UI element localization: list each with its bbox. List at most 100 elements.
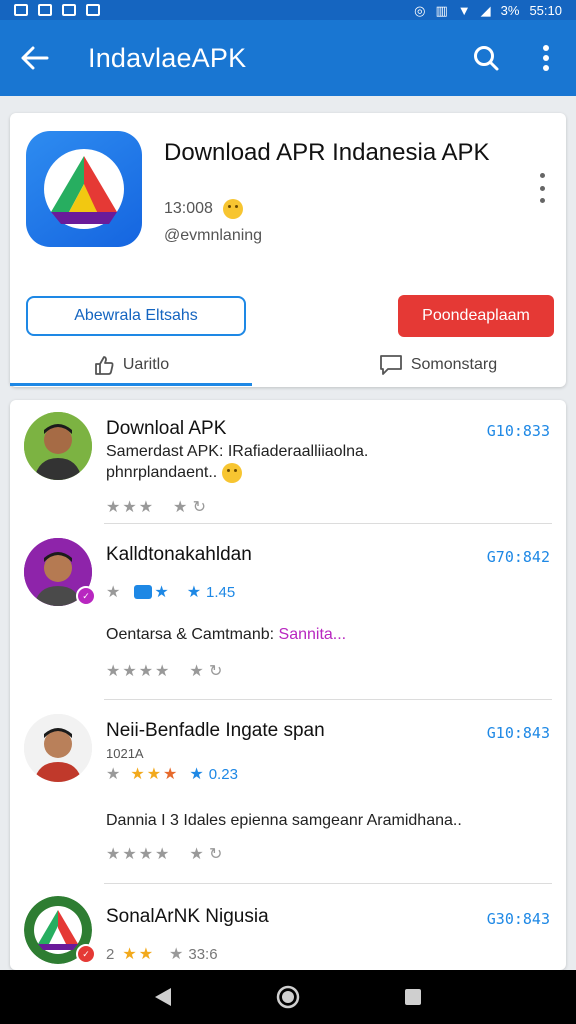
message-notification-icon <box>62 4 76 16</box>
star-icon: ★ <box>155 663 170 680</box>
star-icon: ★ <box>138 499 154 516</box>
review-rating-footer: ★ ★ ★ ★ ★ ↻ <box>106 844 226 864</box>
star-icon[interactable]: ★ <box>189 661 203 681</box>
status-right: ◎ ▥ ▼ ◢ 3% 55:10 <box>414 3 562 18</box>
smile-emoji-icon <box>221 462 242 483</box>
review-text: Samerdast APK: IRafiaderaalliiaolna. phn… <box>106 441 436 483</box>
star-icon[interactable]: ★ <box>189 844 203 864</box>
person-avatar-icon <box>24 412 92 480</box>
star-icon: ★ <box>186 584 202 601</box>
app-name: Download APR Indanesia APK <box>164 139 490 166</box>
star-icon: ★ <box>138 663 154 680</box>
star-icon: ★ <box>130 766 145 783</box>
review-rating: ★ ★ ★ 1.45 <box>106 582 235 602</box>
mail-notification-icon <box>38 4 52 16</box>
reply-icon[interactable]: ↻ <box>206 663 226 680</box>
review-author: SonalArNK Nigusia <box>106 906 269 927</box>
rating-value: 0.23 <box>208 765 238 783</box>
review-time: G10:843 <box>486 724 550 742</box>
review-text: Dannia I 3 Idales epienna samgeanr Arami… <box>106 812 462 829</box>
review-author: Kalldtonakahldan <box>106 544 252 565</box>
arrow-left-icon <box>21 46 49 70</box>
review-mention[interactable]: Sannita... <box>279 626 347 643</box>
star-icon: ★ <box>146 766 162 783</box>
reviews-list: Downloal APK G10:833 Samerdast APK: IRaf… <box>10 400 566 970</box>
recents-square-icon <box>405 989 422 1005</box>
more-vert-icon <box>543 45 549 71</box>
review-rating-footer: ★ ★ ★ ★ ★ ↻ <box>106 661 226 681</box>
avatar <box>24 412 92 480</box>
app-notification-icon <box>86 4 100 16</box>
app-icon <box>26 131 142 247</box>
download-button[interactable]: Poondeaplaam <box>398 295 554 337</box>
review-body: Oentarsa & Camtmanb: <box>106 626 279 643</box>
review-rating: ★ ★ ★ ★ ↻ <box>106 497 209 517</box>
secondary-action-button[interactable]: Abewrala Eltsahs <box>26 296 246 336</box>
avatar <box>24 714 92 782</box>
status-left <box>14 4 100 16</box>
review-rating: ★ ★ ★ ★ ★ 0.23 <box>106 764 238 784</box>
rating-value: 1.45 <box>206 583 236 601</box>
review-time: G10:833 <box>486 422 550 440</box>
app-meta-value: 13:008 <box>164 200 213 217</box>
search-button[interactable] <box>456 20 516 96</box>
star-icon: ★ <box>106 499 121 516</box>
review-time: G30:843 <box>486 910 550 928</box>
wifi-icon: ▼ <box>457 2 471 18</box>
review-item[interactable]: ✓ SonalArNK Nigusia G30:843 2 ★ ★ ★ 33:6 <box>10 884 566 970</box>
rating-label: 2 <box>106 945 115 963</box>
clock: 55:10 <box>529 2 562 18</box>
card-more-button[interactable] <box>532 173 552 203</box>
star-icon: ★ <box>106 663 121 680</box>
app-developer: @evmnlaning <box>164 227 263 244</box>
rating-value: 33:6 <box>188 945 218 963</box>
star-icon: ★ <box>122 946 137 963</box>
tab-indicator <box>10 383 252 386</box>
back-button[interactable] <box>0 20 70 96</box>
overflow-menu-button[interactable] <box>516 20 576 96</box>
star-icon: ★ <box>122 846 137 863</box>
tab-likes[interactable]: Uaritlo <box>10 345 252 385</box>
star-icon: ★ <box>122 663 137 680</box>
nav-back-button[interactable] <box>143 977 183 1017</box>
star-icon: ★ <box>106 846 121 863</box>
star-icon: ★ <box>106 584 121 601</box>
star-icon: ★ <box>169 946 184 963</box>
tab-label: Uaritlo <box>122 356 170 373</box>
review-time: G70:842 <box>486 548 550 566</box>
nav-recents-button[interactable] <box>393 977 433 1017</box>
review-rating: 2 ★ ★ ★ 33:6 <box>106 944 218 964</box>
review-item[interactable]: ✓ Kalldtonakahldan G70:842 ★ ★ ★ 1.45 Oe… <box>10 524 566 700</box>
battery-level: 3% <box>500 2 520 18</box>
reply-icon[interactable]: ↻ <box>206 846 226 863</box>
review-author: Neii-Benfadle Ingate span <box>106 720 325 741</box>
star-icon: ★ <box>155 846 170 863</box>
badge-icon: ✓ <box>76 944 96 964</box>
nav-home-button[interactable] <box>268 977 308 1017</box>
tab-comments[interactable]: Somonstarg <box>310 345 566 385</box>
back-triangle-icon <box>154 988 171 1006</box>
reply-icon[interactable]: ↻ <box>189 499 209 516</box>
search-icon <box>474 46 499 71</box>
thumbs-up-icon <box>94 356 114 375</box>
star-icon: ★ <box>138 846 154 863</box>
app-meta: 13:008 <box>164 199 243 219</box>
status-bar: ◎ ▥ ▼ ◢ 3% 55:10 <box>0 0 576 20</box>
star-icon: ★ <box>122 499 137 516</box>
dot-icon <box>539 185 545 191</box>
review-text: Oentarsa & Camtmanb: Sannita... <box>106 624 526 645</box>
verified-badge-icon: ✓ <box>76 586 96 606</box>
star-icon[interactable]: ★ <box>173 497 187 517</box>
dot-icon <box>539 198 545 203</box>
signal-icon: ◢ <box>480 2 491 18</box>
review-item[interactable]: Downloal APK G10:833 Samerdast APK: IRaf… <box>10 400 566 524</box>
app-logo-icon <box>44 149 124 229</box>
star-icon: ★ <box>106 766 121 783</box>
app-header-card: Download APR Indanesia APK 13:008 @evmnl… <box>10 113 566 387</box>
star-icon: ★ <box>189 766 204 783</box>
star-icon: ★ <box>163 766 178 783</box>
alarm-icon: ◎ <box>414 2 426 18</box>
review-item[interactable]: Neii-Benfadle Ingate span 1021A G10:843 … <box>10 700 566 884</box>
star-icon: ★ <box>138 946 154 963</box>
system-nav-bar <box>0 970 576 1024</box>
